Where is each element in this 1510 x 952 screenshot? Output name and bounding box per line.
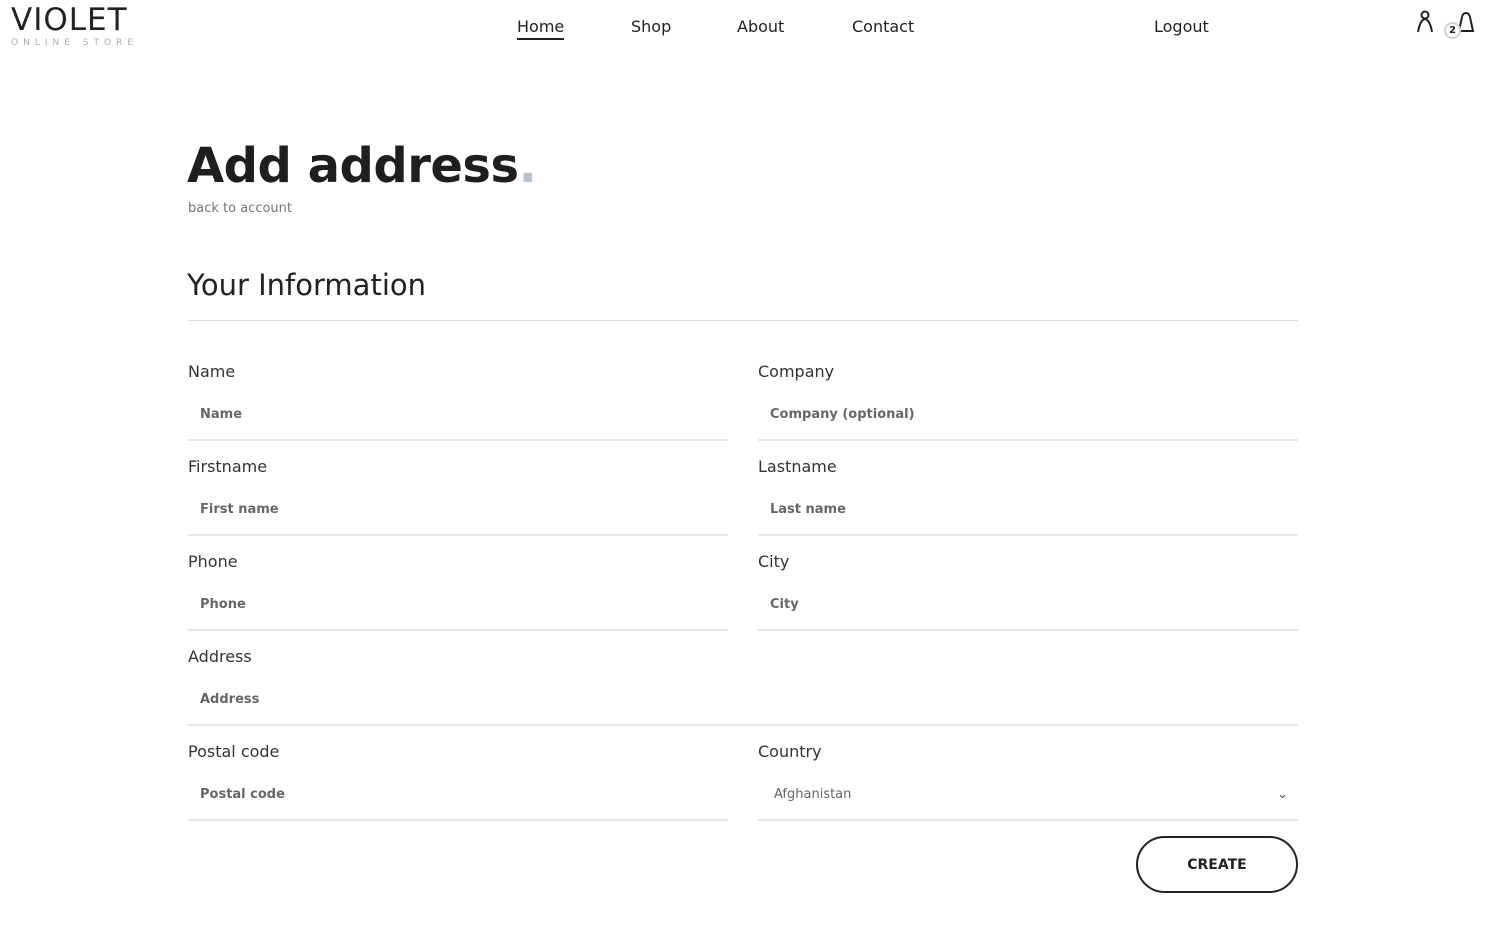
nav-logout[interactable]: Logout	[1154, 17, 1209, 36]
back-to-account-link[interactable]: back to account	[188, 201, 292, 216]
chevron-down-icon: ⌄	[1277, 787, 1288, 802]
country-field: Country Afghanistan ⌄	[758, 742, 1298, 821]
lastname-input[interactable]: Last name	[758, 488, 1298, 536]
firstname-field: Firstname First name	[188, 457, 728, 536]
cart-count-badge: 2	[1444, 22, 1461, 39]
nav-about[interactable]: About	[737, 17, 784, 36]
divider	[188, 320, 1298, 321]
nav-contact[interactable]: Contact	[852, 17, 914, 36]
logo[interactable]: VIOLET ONLINE STORE	[11, 4, 138, 48]
postal-field: Postal code Postal code	[188, 742, 728, 821]
city-input[interactable]: City	[758, 583, 1298, 631]
name-input[interactable]: Name	[188, 393, 728, 441]
section-title: Your Information	[187, 268, 426, 302]
logo-title: VIOLET	[11, 2, 128, 38]
logo-tagline: ONLINE STORE	[11, 38, 138, 48]
phone-field: Phone Phone	[188, 552, 728, 631]
company-input[interactable]: Company (optional)	[758, 393, 1298, 441]
name-field: Name Name	[188, 362, 728, 441]
create-button[interactable]: CREATE	[1136, 836, 1298, 893]
phone-input[interactable]: Phone	[188, 583, 728, 631]
nav-home[interactable]: Home	[517, 17, 565, 40]
page-title: Add address.	[187, 138, 537, 194]
firstname-input[interactable]: First name	[188, 488, 728, 536]
country-select[interactable]: Afghanistan ⌄	[758, 773, 1298, 821]
user-icon[interactable]	[1414, 10, 1436, 34]
postal-input[interactable]: Postal code	[188, 773, 728, 821]
company-field: Company Company (optional)	[758, 362, 1298, 441]
city-field: City City	[758, 552, 1298, 631]
nav-shop[interactable]: Shop	[631, 17, 671, 36]
address-field: Address Address	[188, 647, 1298, 726]
lastname-field: Lastname Last name	[758, 457, 1298, 536]
address-input[interactable]: Address	[188, 678, 1298, 726]
